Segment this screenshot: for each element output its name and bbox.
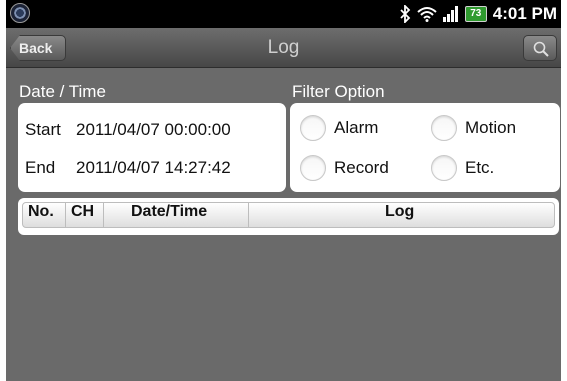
- radio-button[interactable]: [431, 115, 457, 141]
- end-label: End: [25, 158, 56, 177]
- battery-icon: 73: [464, 6, 487, 22]
- log-table-header: No. CH Date/Time Log: [22, 202, 555, 228]
- date-time-section-label: Date / Time: [19, 82, 106, 101]
- wifi-icon: [417, 7, 437, 22]
- title-bar: Back Log: [6, 28, 561, 68]
- bluetooth-icon: [400, 5, 411, 23]
- filter-option-label: Etc.: [465, 158, 495, 177]
- column-header-date-time[interactable]: Date/Time: [131, 203, 207, 227]
- filter-option-record[interactable]: Record: [300, 153, 389, 183]
- radio-button[interactable]: [300, 155, 326, 181]
- status-bar: 73 4:01 PM: [6, 0, 561, 28]
- magnifier-icon: [533, 41, 549, 57]
- filter-option-label: Alarm: [334, 118, 379, 137]
- search-button[interactable]: [523, 35, 557, 61]
- filter-panel: Alarm Motion Record Etc.: [290, 103, 560, 192]
- column-header-log[interactable]: Log: [385, 203, 414, 227]
- camera-lens-icon: [10, 3, 30, 23]
- status-clock: 4:01 PM: [492, 4, 557, 23]
- status-icons: 73 4:01 PM: [399, 3, 557, 25]
- start-label: Start: [25, 120, 61, 139]
- filter-section-label: Filter Option: [292, 82, 385, 101]
- filter-option-label: Record: [334, 158, 389, 177]
- log-table: No. CH Date/Time Log: [18, 198, 559, 235]
- filter-option-alarm[interactable]: Alarm: [300, 113, 378, 143]
- page-title: Log: [267, 37, 300, 58]
- app-screen: 73 4:01 PM Back Log Date / Time Filter O…: [6, 0, 561, 381]
- column-header-no[interactable]: No.: [28, 203, 54, 227]
- filter-option-motion[interactable]: Motion: [431, 113, 516, 143]
- date-time-panel: Start 2011/04/07 00:00:00 End 2011/04/07…: [18, 103, 286, 192]
- column-divider: [65, 203, 66, 227]
- start-value: 2011/04/07 00:00:00: [76, 120, 231, 139]
- column-divider: [103, 203, 104, 227]
- end-value: 2011/04/07 14:27:42: [76, 158, 231, 177]
- filter-option-etc[interactable]: Etc.: [431, 153, 494, 183]
- column-divider: [248, 203, 249, 227]
- column-header-ch[interactable]: CH: [71, 203, 94, 227]
- signal-icon: [442, 6, 458, 22]
- filter-option-label: Motion: [465, 118, 517, 137]
- radio-button[interactable]: [431, 155, 457, 181]
- radio-button[interactable]: [300, 115, 326, 141]
